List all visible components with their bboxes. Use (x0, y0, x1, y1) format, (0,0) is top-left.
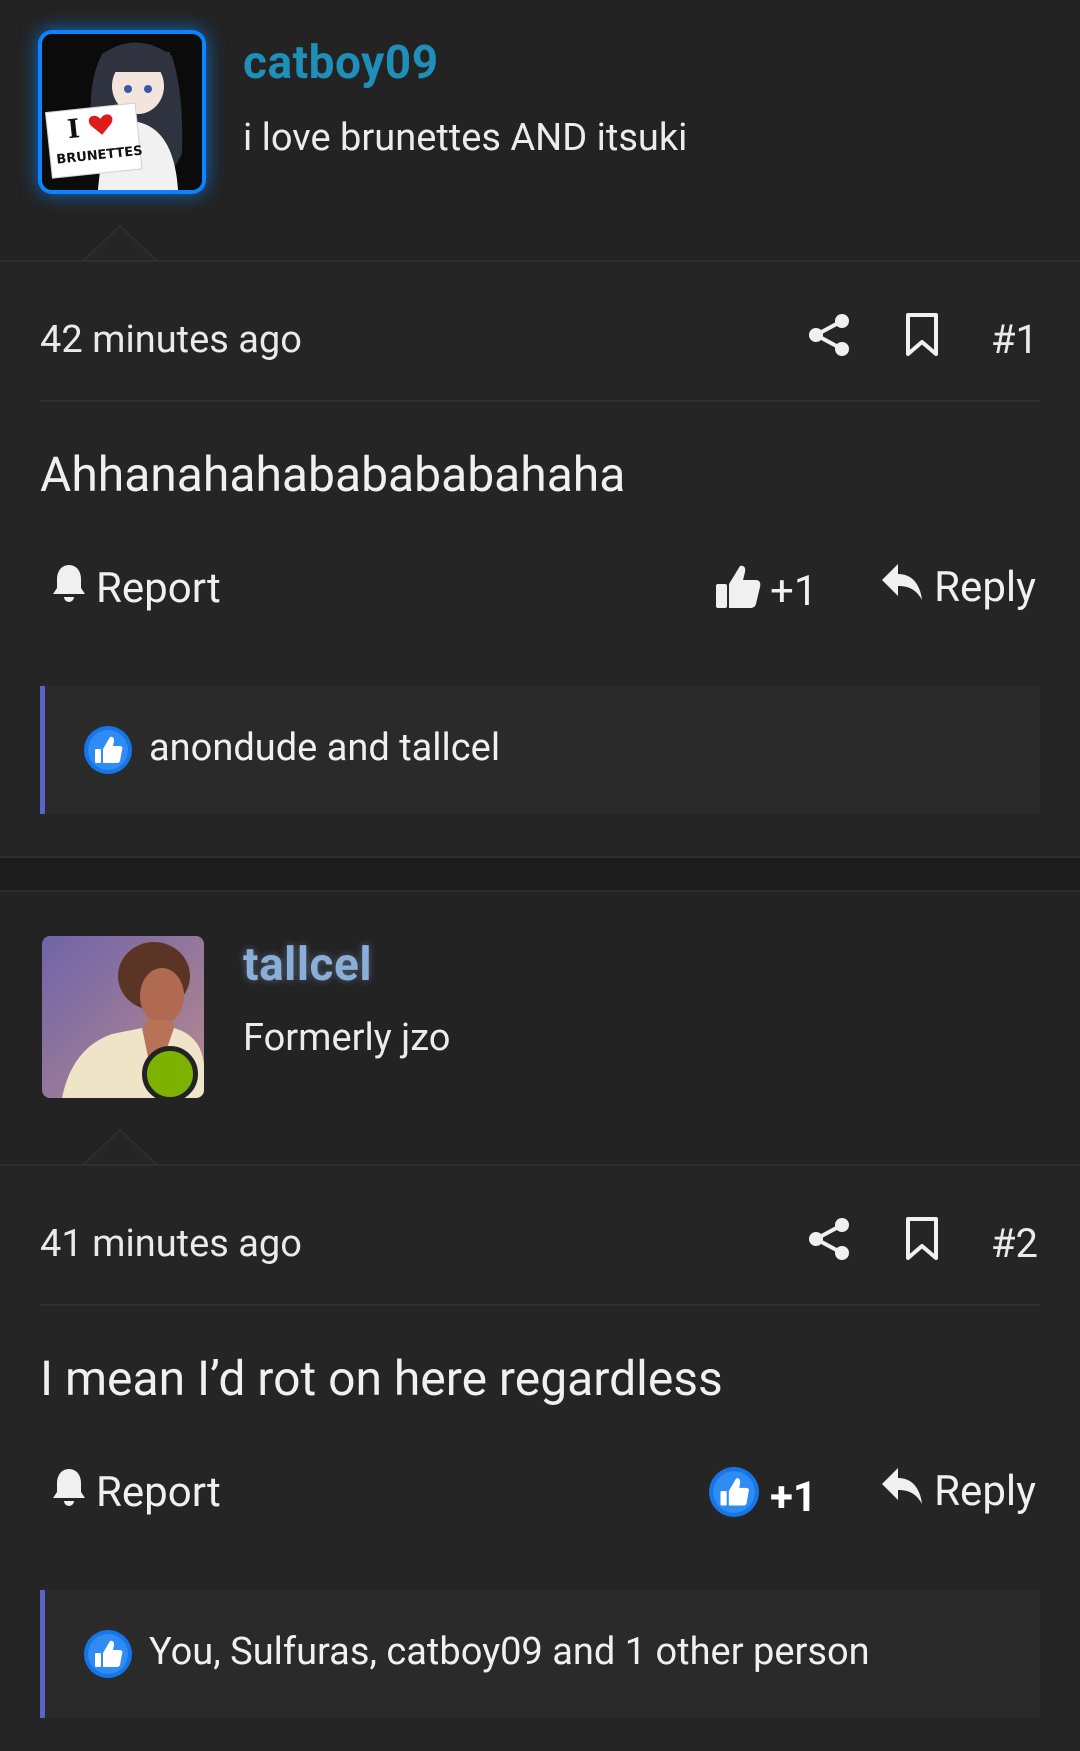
reply-button[interactable]: Reply (880, 562, 1036, 613)
post-meta: 41 minutes ago #2 (40, 1216, 1040, 1276)
post-message: Ahhanahahababababahaha (40, 446, 626, 503)
username[interactable]: tallcel (243, 938, 372, 992)
post-separator (0, 856, 1080, 892)
post-time[interactable]: 42 minutes ago (40, 318, 302, 362)
report-label: Report (96, 564, 221, 613)
post-body: 42 minutes ago #1 Ahhanahahababababahaha (0, 260, 1080, 854)
share-icon[interactable] (806, 312, 852, 358)
post-actions: Report +1 Reply (40, 562, 1040, 622)
post-time[interactable]: 41 minutes ago (40, 1222, 302, 1266)
thumbs-up-icon (714, 562, 762, 621)
user-title: Formerly jzo (243, 1016, 451, 1060)
reply-icon (880, 562, 934, 613)
like-count: +1 (770, 567, 818, 616)
like-reaction-icon (708, 1466, 760, 1529)
report-button[interactable]: Report (50, 1466, 221, 1519)
user-title: i love brunettes AND itsuki (243, 116, 688, 160)
post-body: 41 minutes ago #2 I mean I’d rot on here… (0, 1164, 1080, 1751)
bookmark-icon[interactable] (902, 312, 942, 358)
divider (40, 400, 1040, 402)
post-meta: 42 minutes ago #1 (40, 312, 1040, 372)
avatar-image: I BRUNETTES (42, 34, 202, 190)
bookmark-icon[interactable] (902, 1216, 942, 1262)
like-reaction-icon (83, 725, 133, 775)
online-status-indicator (142, 1046, 198, 1102)
share-icon[interactable] (806, 1216, 852, 1262)
post-number[interactable]: #1 (991, 316, 1038, 363)
like-reaction-icon (83, 1629, 133, 1679)
bell-icon (50, 562, 96, 615)
avatar[interactable] (42, 936, 204, 1102)
post-user-header: tallcel Formerly jzo (0, 892, 1080, 1166)
reactions-text[interactable]: anondude and tallcel (149, 726, 500, 770)
post-number[interactable]: #2 (991, 1220, 1038, 1267)
like-button[interactable]: +1 (714, 562, 817, 621)
like-count: +1 (770, 1473, 817, 1522)
avatar[interactable]: I BRUNETTES (42, 34, 202, 190)
reply-label: Reply (934, 1467, 1036, 1516)
reply-label: Reply (934, 563, 1036, 612)
like-button[interactable]: +1 (708, 1466, 817, 1529)
post-pointer (82, 1128, 158, 1166)
divider (40, 1304, 1040, 1306)
post-pointer (82, 224, 158, 262)
report-label: Report (96, 1468, 221, 1517)
reactions-bar[interactable]: anondude and tallcel (40, 686, 1040, 814)
reply-button[interactable]: Reply (880, 1466, 1036, 1517)
bell-icon (50, 1466, 96, 1519)
post-actions: Report +1 Reply (40, 1466, 1040, 1526)
post-message: I mean I’d rot on here regardless (40, 1350, 723, 1407)
report-button[interactable]: Report (50, 562, 221, 615)
reactions-bar[interactable]: You, Sulfuras, catboy09 and 1 other pers… (40, 1590, 1040, 1718)
post-user-header: I BRUNETTES catboy09 i love brunettes AN… (0, 0, 1080, 262)
reply-icon (880, 1466, 934, 1517)
reactions-text[interactable]: You, Sulfuras, catboy09 and 1 other pers… (149, 1630, 870, 1674)
username[interactable]: catboy09 (243, 36, 439, 90)
